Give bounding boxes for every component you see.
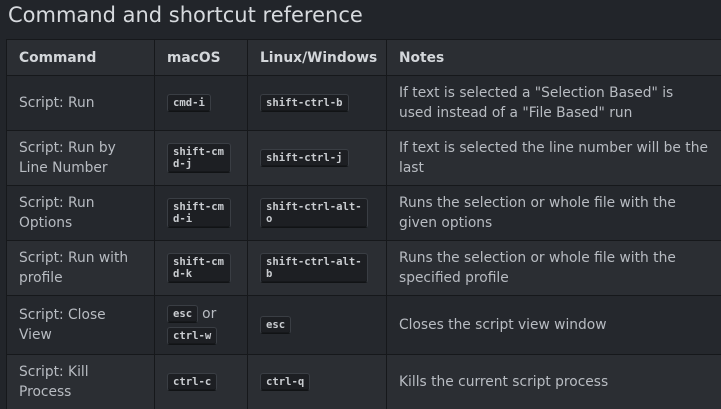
table-header-row: Command macOS Linux/Windows Notes: [6, 39, 721, 76]
linux-shortcut-cell: ctrl-q: [247, 354, 387, 409]
page-title: Command and shortcut reference: [8, 3, 363, 27]
kbd-key: ctrl-q: [260, 373, 311, 391]
notes-cell: Runs the selection or whole file with th…: [386, 240, 721, 296]
command-cell: Script: Run Options: [6, 185, 155, 241]
kbd-key: shift-cmd-k: [167, 253, 231, 283]
kbd-key: cmd-i: [167, 94, 211, 112]
macos-shortcut-cell: shift-cmd-j: [154, 130, 248, 186]
macos-shortcut-cell: ctrl-c: [154, 354, 248, 409]
header-linux-windows: Linux/Windows: [247, 39, 387, 76]
notes-cell: Closes the script view window: [386, 295, 721, 355]
macos-shortcut-cell: shift-cmd-k: [154, 240, 248, 296]
linux-shortcut-cell: shift-ctrl-alt-b: [247, 240, 387, 296]
linux-shortcut-cell: shift-ctrl-b: [247, 75, 387, 131]
table-row: Script: Run by Line Number shift-cmd-j s…: [6, 130, 721, 186]
notes-cell: If text is selected the line number will…: [386, 130, 721, 186]
command-cell: Script: Run by Line Number: [6, 130, 155, 186]
linux-shortcut-cell: shift-ctrl-alt-o: [247, 185, 387, 241]
kbd-key: shift-ctrl-alt-b: [260, 253, 368, 283]
notes-cell: If text is selected a "Selection Based" …: [386, 75, 721, 131]
table-row: Script: Run cmd-i shift-ctrl-b If text i…: [6, 75, 721, 131]
kbd-key: shift-ctrl-alt-o: [260, 198, 368, 228]
macos-shortcut-cell: cmd-i: [154, 75, 248, 131]
kbd-key: shift-cmd-j: [167, 143, 231, 173]
notes-cell: Kills the current script process: [386, 354, 721, 409]
table-row: Script: Kill Process ctrl-c ctrl-q Kills…: [6, 354, 721, 409]
linux-shortcut-cell: esc: [247, 295, 387, 355]
shortcut-table: Command macOS Linux/Windows Notes Script…: [6, 39, 721, 409]
linux-shortcut-cell: shift-ctrl-j: [247, 130, 387, 186]
kbd-key: shift-ctrl-b: [260, 94, 349, 112]
kbd-key: ctrl-c: [167, 373, 218, 391]
macos-shortcut-cell: esc or ctrl-w: [154, 295, 248, 355]
kbd-key: shift-ctrl-j: [260, 149, 349, 167]
kbd-key: esc: [167, 305, 199, 323]
command-cell: Script: Close View: [6, 295, 155, 355]
kbd-key: shift-cmd-i: [167, 198, 231, 228]
table-row: Script: Run Options shift-cmd-i shift-ct…: [6, 185, 721, 241]
table-row: Script: Run with profile shift-cmd-k shi…: [6, 240, 721, 296]
or-text: or: [202, 306, 217, 322]
command-cell: Script: Kill Process: [6, 354, 155, 409]
command-cell: Script: Run: [6, 75, 155, 131]
header-macos: macOS: [154, 39, 248, 76]
notes-cell: Runs the selection or whole file with th…: [386, 185, 721, 241]
table-row: Script: Close View esc or ctrl-w esc Clos…: [6, 295, 721, 355]
kbd-key: esc: [260, 316, 292, 334]
header-command: Command: [6, 39, 155, 76]
command-cell: Script: Run with profile: [6, 240, 155, 296]
header-notes: Notes: [386, 39, 721, 76]
macos-shortcut-cell: shift-cmd-i: [154, 185, 248, 241]
kbd-key: ctrl-w: [167, 327, 218, 345]
